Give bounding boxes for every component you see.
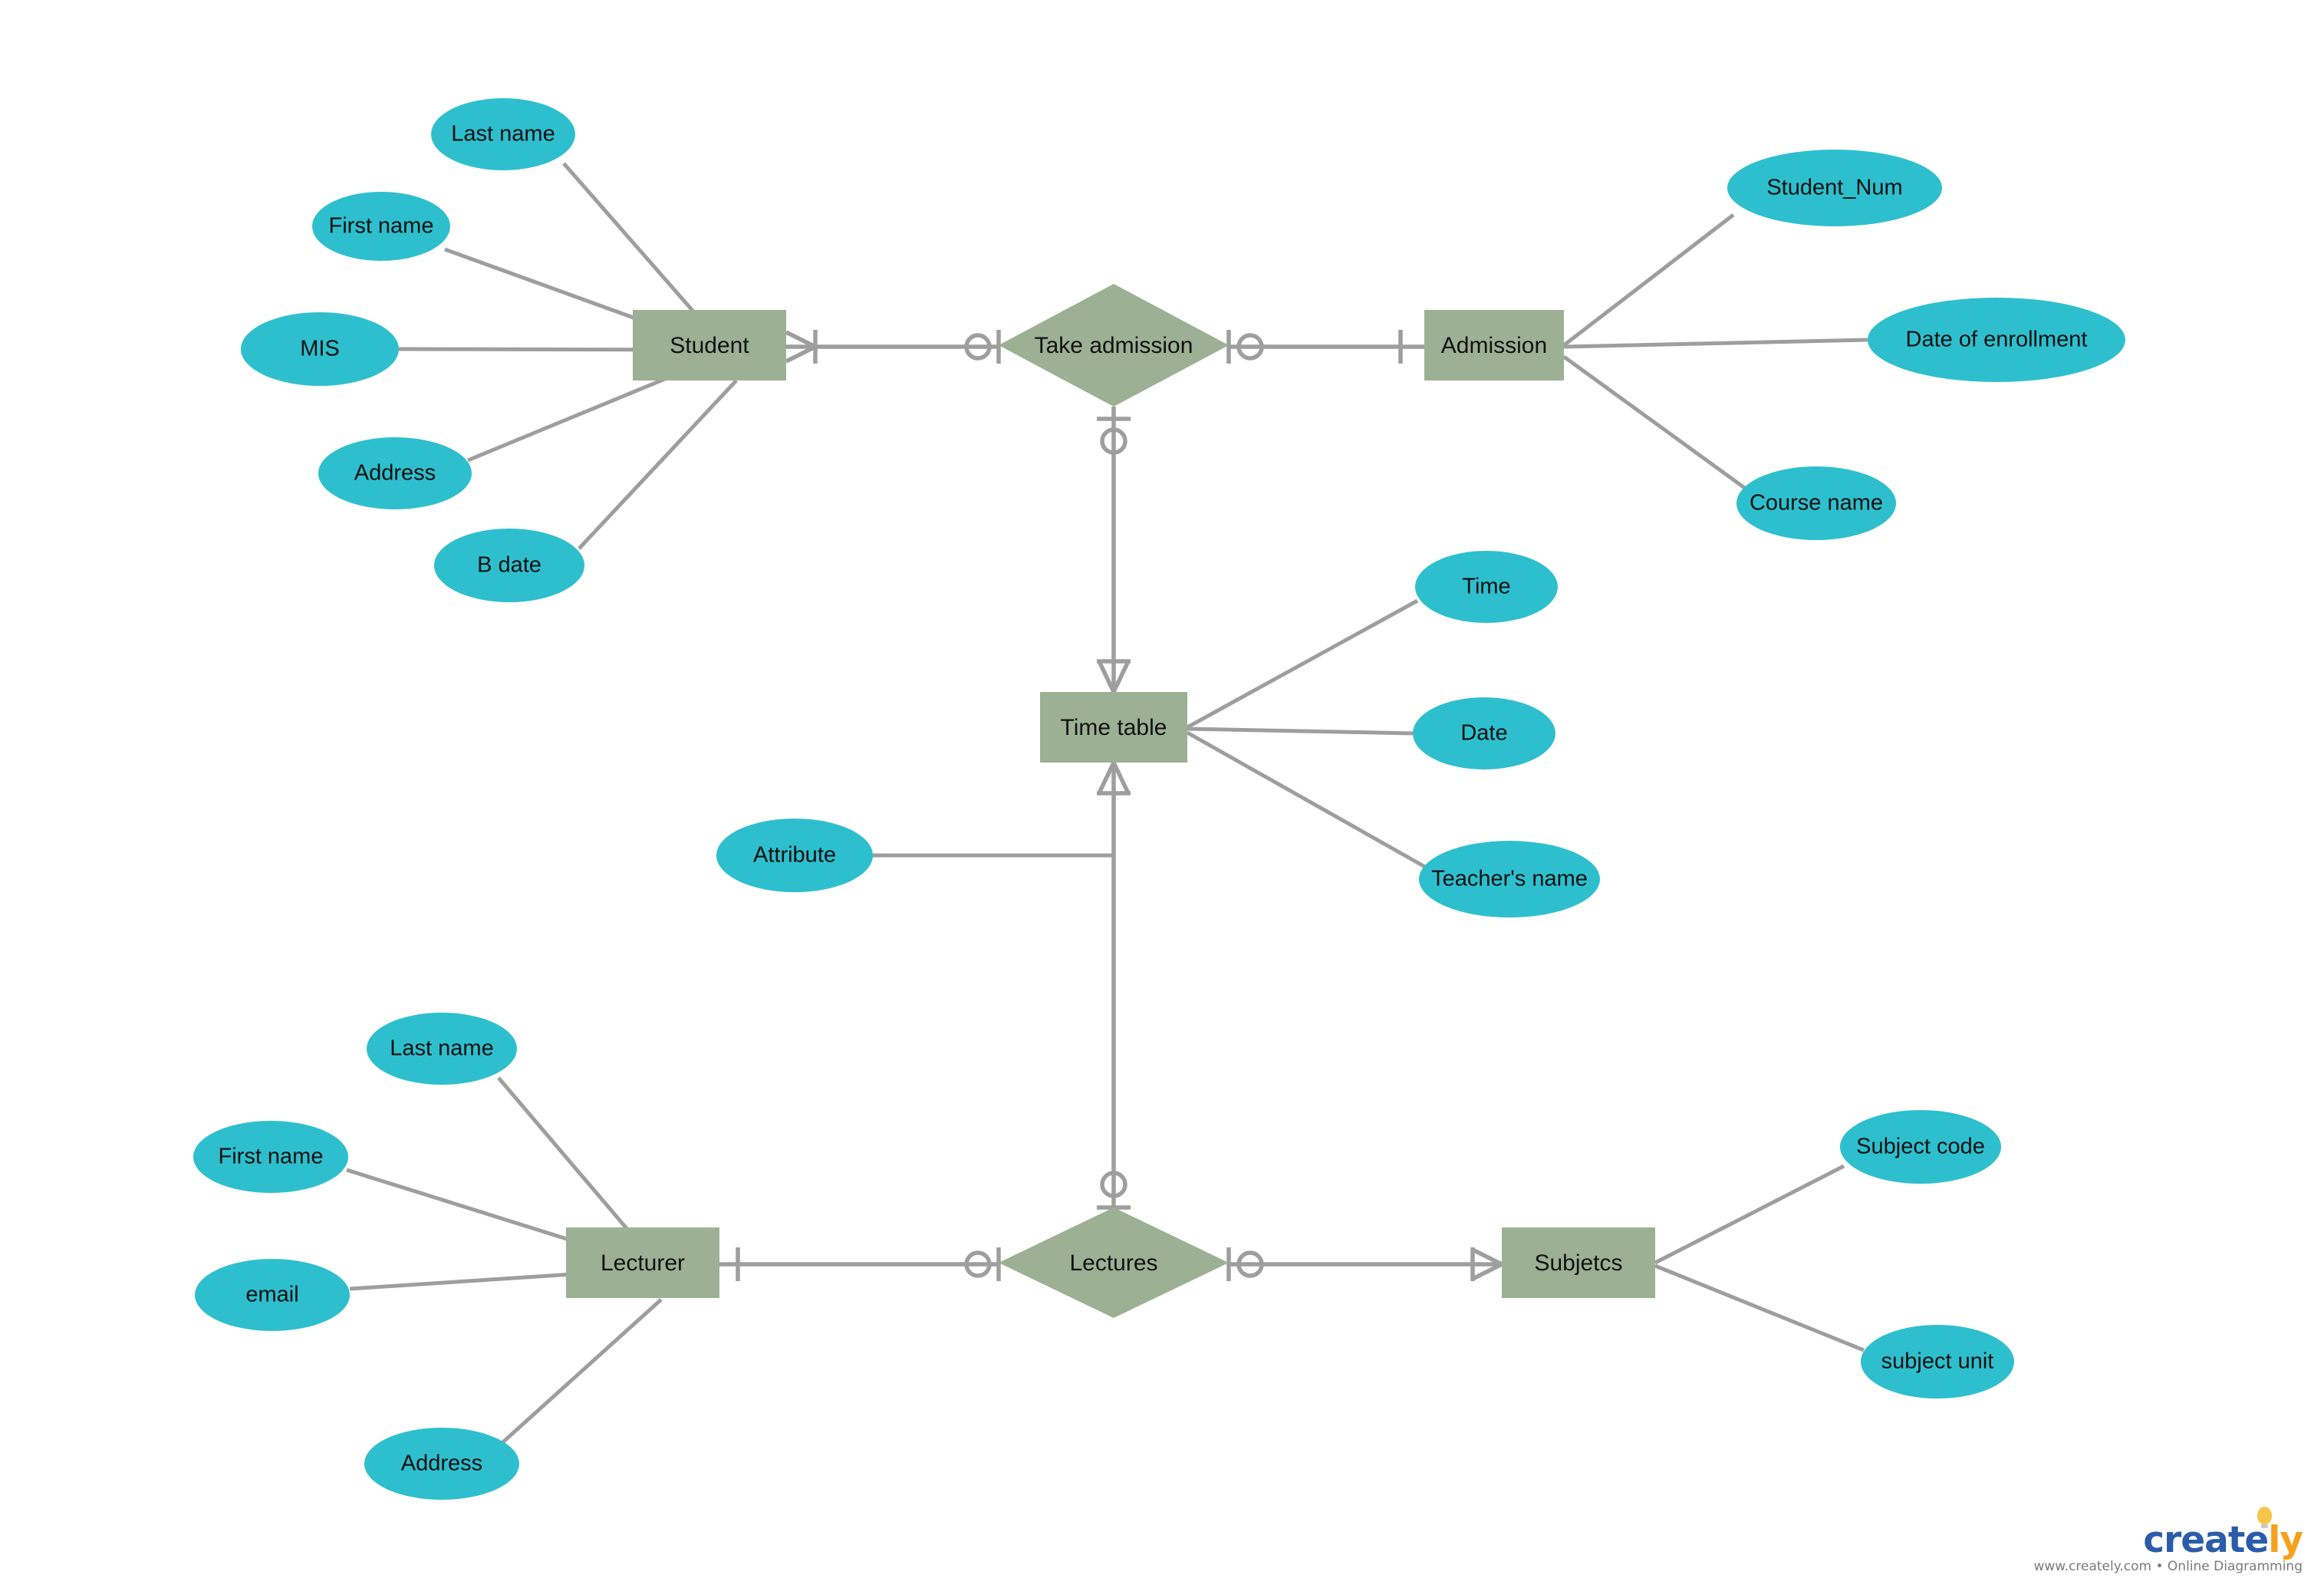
lightbulb-icon (2257, 1507, 2272, 1528)
attribute-student-b-date[interactable]: B date (434, 529, 584, 602)
link-lecturer-address (497, 1298, 663, 1448)
link-subjects-code (1654, 1164, 1845, 1265)
entity-student[interactable]: Student (633, 310, 786, 381)
attribute-label: Time (1462, 575, 1510, 599)
entity-subjetcs[interactable]: Subjetcs (1502, 1227, 1655, 1298)
attribute-label: First name (329, 214, 434, 239)
attribute-label: Address (354, 461, 436, 486)
attribute-label: Date of enrollment (1906, 328, 2088, 352)
relationship-connectors (719, 330, 1503, 1281)
attribute-timetable-time[interactable]: Time (1415, 551, 1558, 623)
creately-brand-create: create (2143, 1519, 2269, 1561)
attribute-timetable-date[interactable]: Date (1413, 697, 1555, 769)
attribute-label: Subject code (1856, 1135, 1985, 1159)
attribute-subjects-subject-code[interactable]: Subject code (1840, 1110, 2001, 1184)
link-admission-course-name (1562, 354, 1747, 491)
attribute-label: Course name (1750, 491, 1883, 516)
attribute-admission-course-name[interactable]: Course name (1736, 466, 1896, 540)
creately-logo: creately (2143, 1507, 2303, 1561)
attribute-label: Last name (451, 122, 555, 147)
attribute-label: B date (477, 553, 541, 578)
link-timetable-time (1186, 598, 1419, 730)
attribute-lecturer-email[interactable]: email (195, 1259, 350, 1331)
link-lecturer-last-name (497, 1076, 644, 1249)
entity-label: Lecturer (601, 1250, 685, 1276)
entity-time-table[interactable]: Time table (1040, 692, 1187, 763)
attribute-student-first-name[interactable]: First name (312, 192, 450, 261)
link-timetable-date (1187, 726, 1415, 736)
entities: Student Admission Time table Lecturer Su… (566, 310, 1655, 1298)
entity-label: Subjetcs (1534, 1250, 1622, 1276)
attribute-label: email (245, 1283, 298, 1307)
attribute-student-address[interactable]: Address (318, 437, 472, 509)
entity-label: Student (670, 333, 749, 358)
relationship-label: Take admission (1035, 333, 1193, 358)
attribute-label: First name (219, 1145, 324, 1169)
attribute-label: Last name (390, 1036, 493, 1061)
relationship-take-admission[interactable]: Take admission (999, 284, 1229, 407)
attribute-timetable-teachers-name[interactable]: Teacher's name (1419, 841, 1600, 918)
link-subjects-unit (1654, 1263, 1865, 1352)
attribute-lecturer-address[interactable]: Address (364, 1428, 519, 1500)
link-admission-student-num (1562, 213, 1735, 347)
entity-admission[interactable]: Admission (1424, 310, 1564, 381)
attribute-admission-date-of-enrollment[interactable]: Date of enrollment (1868, 298, 2125, 382)
attribute-lecturer-first-name[interactable]: First name (193, 1121, 348, 1193)
relationship-label: Lectures (1069, 1250, 1157, 1276)
attribute-admission-student-num[interactable]: Student_Num (1727, 150, 1942, 226)
attribute-label: Date (1460, 721, 1507, 746)
entity-label: Admission (1441, 333, 1547, 358)
attribute-subjects-subject-unit[interactable]: subject unit (1861, 1325, 2014, 1399)
er-diagram-canvas: Last name First name MIS Address B date … (0, 0, 2324, 1588)
entity-lecturer[interactable]: Lecturer (566, 1227, 719, 1298)
creately-watermark: creately www.creately.com • Online Diagr… (2033, 1507, 2303, 1574)
er-diagram-svg: Last name First name MIS Address B date … (193, 98, 2125, 1500)
attribute-label: Attribute (753, 843, 836, 868)
creately-tagline: www.creately.com • Online Diagramming (2033, 1559, 2303, 1574)
attribute-label: Teacher's name (1431, 867, 1588, 891)
link-admission-date-enroll (1563, 338, 1868, 349)
attribute-student-last-name[interactable]: Last name (431, 98, 575, 170)
attribute-lecturer-last-name[interactable]: Last name (367, 1013, 517, 1085)
attribute-label: Student_Num (1766, 176, 1902, 200)
attribute-label: Address (401, 1451, 482, 1476)
attribute-student-mis[interactable]: MIS (241, 312, 399, 386)
entity-label: Time table (1061, 715, 1167, 740)
attribute-timetable-attribute[interactable]: Attribute (716, 819, 873, 892)
creately-brand-ly: ly (2268, 1519, 2303, 1561)
link-student-last-name (562, 162, 711, 331)
attribute-label: MIS (300, 337, 340, 361)
link-timetable-teacher (1186, 730, 1427, 869)
relationship-lectures[interactable]: Lectures (999, 1207, 1229, 1318)
attribute-label: subject unit (1881, 1349, 1994, 1374)
